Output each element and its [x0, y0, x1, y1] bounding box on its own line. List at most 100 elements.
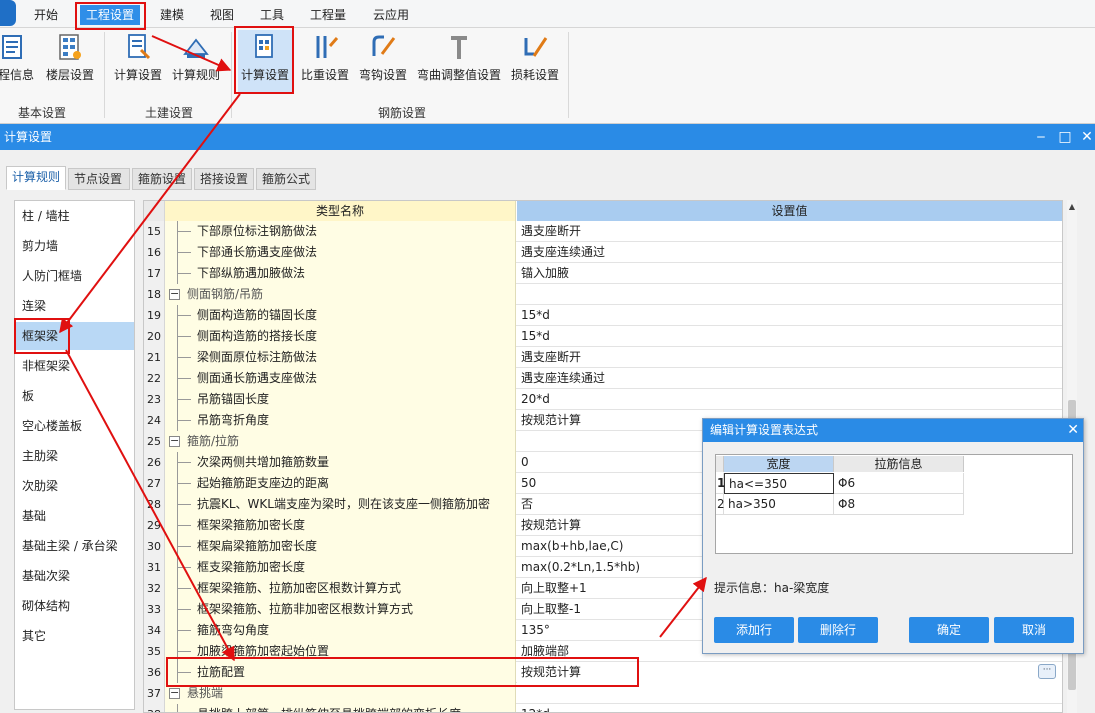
- setting-name: 吊筋弯折角度: [197, 413, 270, 427]
- calc-rules-icon: [183, 38, 209, 58]
- setting-name: 框架梁箍筋、拉筋非加密区根数计算方式: [197, 602, 414, 616]
- tab-stirrup-settings[interactable]: 箍筋设置: [132, 168, 192, 190]
- setting-value-cell[interactable]: 15*d: [517, 326, 1062, 347]
- add-row-button[interactable]: 添加行: [714, 617, 794, 643]
- setting-value-cell[interactable]: [517, 284, 1062, 305]
- calc-settings-icon: [128, 34, 151, 60]
- popup-close-icon[interactable]: ✕: [1067, 419, 1079, 442]
- category-item[interactable]: 基础主梁 / 承台梁: [15, 532, 134, 560]
- ok-button[interactable]: 确定: [909, 617, 989, 643]
- category-item[interactable]: 柱 / 墙柱: [15, 202, 134, 230]
- width-cell[interactable]: ha<=350: [724, 473, 834, 494]
- menu-cloud[interactable]: 云应用: [367, 5, 415, 25]
- category-item[interactable]: 基础次梁: [15, 562, 134, 590]
- setting-name: 起始箍筋距支座边的距离: [197, 476, 330, 490]
- row-name-cell: 抗震KL、WKL端支座为梁时，则在该支座一侧箍筋加密: [165, 494, 516, 515]
- category-item[interactable]: 剪力墙: [15, 232, 134, 260]
- civil-calc-settings-button[interactable]: 计算设置: [112, 30, 164, 92]
- setting-name: 悬挑跨上部第一排纵筋伸至悬挑跨端部的弯折长度: [197, 704, 461, 712]
- close-icon[interactable]: ✕: [1076, 124, 1095, 150]
- setting-value: 0: [521, 455, 529, 469]
- row-number: 26: [144, 452, 165, 473]
- menu-tools[interactable]: 工具: [254, 5, 290, 25]
- setting-value-cell[interactable]: 15*d: [517, 305, 1062, 326]
- table-row[interactable]: 38 悬挑跨上部第一排纵筋伸至悬挑跨端部的弯折长度 12*d: [144, 704, 1062, 712]
- hint-text: 提示信息：ha-梁宽度: [714, 581, 830, 595]
- col-header-name[interactable]: 类型名称: [165, 201, 516, 221]
- width-cell[interactable]: ha>350: [724, 494, 834, 515]
- setting-value-cell[interactable]: 20*d: [517, 389, 1062, 410]
- setting-value-cell[interactable]: 遇支座连续通过: [517, 368, 1062, 389]
- setting-name: 框架扁梁箍筋加密长度: [197, 539, 318, 553]
- col-header-tie-info[interactable]: 拉筋信息: [834, 456, 964, 472]
- tie-info-cell[interactable]: Φ8: [834, 494, 964, 515]
- table-row[interactable]: 21 梁侧面原位标注筋做法 遇支座断开: [144, 347, 1062, 368]
- dialog-title: 计算设置: [0, 124, 1095, 150]
- floor-settings-button[interactable]: 楼层设置: [40, 30, 100, 92]
- category-item[interactable]: 空心楼盖板: [15, 412, 134, 440]
- bend-adjust-button[interactable]: 弯曲调整值设置: [414, 30, 504, 92]
- tab-stirrup-formula[interactable]: 箍筋公式: [256, 168, 316, 190]
- cancel-button[interactable]: 取消: [994, 617, 1074, 643]
- setting-name: 框架梁箍筋、拉筋加密区根数计算方式: [197, 581, 402, 595]
- tab-lap-settings[interactable]: 搭接设置: [194, 168, 254, 190]
- category-item[interactable]: 主肋梁: [15, 442, 134, 470]
- setting-name: 框架梁箍筋加密长度: [197, 518, 306, 532]
- category-list: 柱 / 墙柱 剪力墙 人防门框墙 连梁 框架梁 非框架梁板空心楼盖板 主肋梁 次肋梁 基础 基础主…: [14, 200, 135, 710]
- maximize-icon[interactable]: □: [1054, 124, 1076, 150]
- tie-info-cell[interactable]: Φ6: [834, 473, 964, 494]
- category-item[interactable]: 人防门框墙: [15, 262, 134, 290]
- row-name-cell: 下部纵筋遇加腋做法: [165, 263, 516, 284]
- delete-row-button[interactable]: 删除行: [798, 617, 878, 643]
- project-info-button[interactable]: 程信息: [0, 30, 36, 92]
- row-number: 15: [144, 221, 165, 242]
- calc-rules-button[interactable]: 计算规则: [170, 30, 222, 92]
- table-row[interactable]: 20 侧面构造筋的搭接长度 15*d: [144, 326, 1062, 347]
- density-settings-button[interactable]: 比重设置: [298, 30, 352, 92]
- table-row[interactable]: 22 侧面通长筋遇支座做法 遇支座连续通过: [144, 368, 1062, 389]
- menu-quantity[interactable]: 工程量: [304, 5, 352, 25]
- tab-node-settings[interactable]: 节点设置: [68, 168, 130, 190]
- loss-settings-button[interactable]: 损耗设置: [508, 30, 562, 92]
- row-name-cell: 侧面构造筋的搭接长度: [165, 326, 516, 347]
- menu-start[interactable]: 开始: [28, 5, 64, 25]
- row-number: 33: [144, 599, 165, 620]
- table-row[interactable]: 19 侧面构造筋的锚固长度 15*d: [144, 305, 1062, 326]
- table-row[interactable]: 15 下部原位标注钢筋做法 遇支座断开: [144, 221, 1062, 242]
- collapse-icon[interactable]: −: [169, 288, 180, 300]
- category-item[interactable]: 基础: [15, 502, 134, 530]
- setting-value-cell[interactable]: 遇支座断开: [517, 347, 1062, 368]
- table-row[interactable]: 17 下部纵筋遇加腋做法 锚入加腋: [144, 263, 1062, 284]
- row-number: 29: [144, 515, 165, 536]
- table-row[interactable]: 23 吊筋锚固长度 20*d: [144, 389, 1062, 410]
- table-row[interactable]: 16 下部通长筋遇支座做法 遇支座连续通过: [144, 242, 1062, 263]
- setting-value-cell[interactable]: 遇支座连续通过: [517, 242, 1062, 263]
- col-header-width[interactable]: 宽度: [724, 456, 834, 472]
- table-row[interactable]: 18− 侧面钢筋/吊筋: [144, 284, 1062, 305]
- collapse-icon[interactable]: −: [169, 435, 180, 447]
- col-header-value[interactable]: 设置值: [517, 201, 1062, 221]
- setting-value-cell[interactable]: 12*d: [517, 704, 1062, 712]
- hook-settings-button[interactable]: 弯钩设置: [356, 30, 410, 92]
- category-item[interactable]: 板: [15, 382, 134, 410]
- menu-view[interactable]: 视图: [204, 5, 240, 25]
- row-number: 37: [144, 683, 165, 704]
- category-item[interactable]: 其它: [15, 622, 134, 650]
- menu-modeling[interactable]: 建模: [154, 5, 190, 25]
- scroll-up-icon[interactable]: ▲: [1067, 202, 1077, 212]
- row-number: 36: [144, 662, 165, 683]
- setting-value-cell[interactable]: 遇支座断开: [517, 221, 1062, 242]
- setting-value: 向上取整+1: [521, 581, 587, 595]
- ellipsis-button[interactable]: ···: [1038, 664, 1056, 679]
- setting-value-cell[interactable]: 锚入加腋: [517, 263, 1062, 284]
- minimize-icon[interactable]: ‒: [1030, 124, 1052, 150]
- category-item[interactable]: 非框架梁: [15, 352, 134, 380]
- category-item[interactable]: 连梁: [15, 292, 134, 320]
- setting-value: 向上取整-1: [521, 602, 581, 616]
- collapse-icon[interactable]: −: [169, 687, 180, 699]
- app-logo-icon[interactable]: [0, 0, 16, 26]
- category-item[interactable]: 砌体结构: [15, 592, 134, 620]
- category-item[interactable]: 次肋梁: [15, 472, 134, 500]
- tab-calc-rules[interactable]: 计算规则: [6, 166, 66, 190]
- group-rebar-settings: 钢筋设置: [378, 106, 427, 120]
